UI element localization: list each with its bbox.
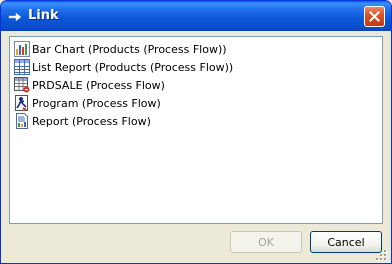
dialog-body: Bar Chart (Products (Process Flow)) List…	[4, 31, 388, 262]
list-item-bar-chart[interactable]: Bar Chart (Products (Process Flow))	[14, 41, 227, 57]
list-item-label: PRDSALE (Process Flow)	[32, 78, 165, 92]
program-icon	[14, 95, 30, 111]
list-item-label: List Report (Products (Process Flow))	[32, 60, 234, 74]
ok-button[interactable]: OK	[230, 231, 302, 253]
bar-chart-icon	[14, 41, 30, 57]
cancel-button[interactable]: Cancel	[310, 231, 382, 253]
report-icon	[14, 113, 30, 129]
link-dialog: Link Bar Chart (Products (Process Flow))…	[0, 0, 392, 264]
resize-grip-icon[interactable]	[376, 250, 387, 261]
list-item-label: Bar Chart (Products (Process Flow))	[32, 42, 227, 56]
close-button[interactable]	[364, 6, 385, 27]
data-table-icon	[14, 77, 30, 93]
list-report-icon	[14, 59, 30, 75]
close-icon	[369, 11, 380, 22]
link-target-list[interactable]: Bar Chart (Products (Process Flow)) List…	[9, 36, 383, 224]
list-item-label: Report (Process Flow)	[32, 114, 151, 128]
list-item-report[interactable]: Report (Process Flow)	[14, 113, 151, 129]
dialog-title: Link	[28, 8, 59, 23]
list-item-list-report[interactable]: List Report (Products (Process Flow))	[14, 59, 233, 75]
list-item-program[interactable]: Program (Process Flow)	[14, 95, 161, 111]
arrow-right-icon	[8, 9, 22, 23]
title-bar[interactable]: Link	[1, 1, 391, 31]
list-item-prdsale[interactable]: PRDSALE (Process Flow)	[14, 77, 165, 93]
list-item-label: Program (Process Flow)	[32, 96, 161, 110]
